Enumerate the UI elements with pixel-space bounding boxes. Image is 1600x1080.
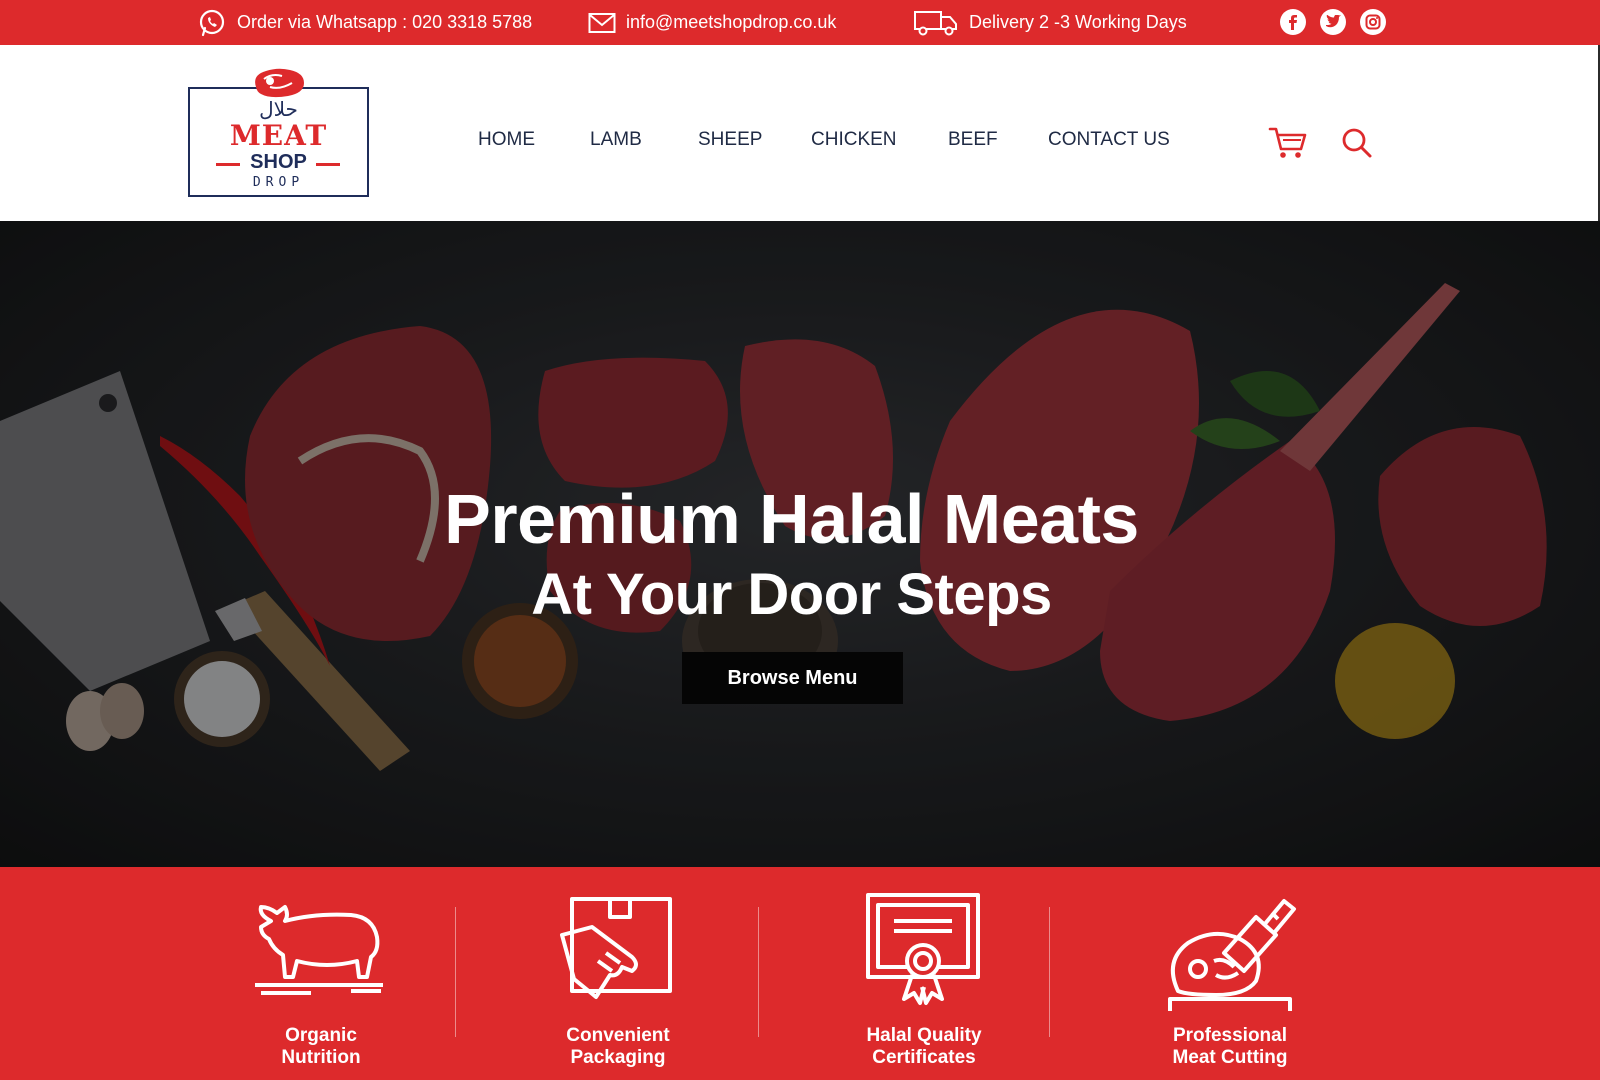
feature-line1: Halal Quality — [866, 1025, 982, 1046]
feature-label: Halal Quality Certificates — [814, 1025, 1034, 1069]
feature-label: Professional Meat Cutting — [1120, 1025, 1340, 1069]
feature-line1: Professional — [1172, 1025, 1288, 1046]
feature-line2: Packaging — [570, 1047, 666, 1068]
whatsapp-icon — [199, 9, 225, 36]
hero-title-line1: Premium Halal Meats — [444, 480, 1139, 558]
logo-right-knife — [316, 163, 340, 166]
site-header: حلال MEAT SHOP DROP HOME LAMB SHEEP CHIC… — [0, 45, 1600, 221]
feature-professional-cutting: Professional Meat Cutting — [1120, 867, 1340, 1080]
feature-line2: Meat Cutting — [1172, 1047, 1288, 1068]
top-bar: Order via Whatsapp : 020 3318 5788 info@… — [0, 0, 1600, 45]
whatsapp-text: Order via Whatsapp : 020 3318 5788 — [237, 12, 533, 32]
logo-arabic-text: حلال — [259, 97, 298, 121]
site-logo[interactable]: حلال MEAT SHOP DROP — [188, 67, 369, 198]
email-text: info@meetshopdrop.co.uk — [626, 12, 837, 32]
feature-halal-quality: Halal Quality Certificates — [814, 867, 1034, 1080]
nav-beef[interactable]: BEEF — [948, 129, 998, 151]
feature-line1: Convenient — [566, 1025, 670, 1046]
nav-contact-us[interactable]: CONTACT US — [1048, 129, 1170, 151]
instagram-icon[interactable] — [1360, 9, 1386, 35]
certificate-icon — [866, 893, 980, 1005]
feature-divider — [455, 907, 456, 1037]
feature-line2: Nutrition — [281, 1047, 361, 1068]
feature-divider — [1049, 907, 1050, 1037]
cow-icon — [255, 905, 383, 995]
feature-label: Organic Nutrition — [211, 1025, 431, 1069]
hero-title-line2: At Your Door Steps — [531, 562, 1052, 627]
delivery-info: Delivery 2 -3 Working Days — [913, 0, 1187, 45]
feature-convenient-packaging: Convenient Packaging — [508, 867, 728, 1080]
nav-home[interactable]: HOME — [478, 129, 535, 151]
feature-divider — [758, 907, 759, 1037]
hero-banner: Premium Halal Meats At Your Door Steps B… — [0, 221, 1600, 867]
delivery-text: Delivery 2 -3 Working Days — [969, 12, 1187, 32]
feature-line1: Organic — [285, 1025, 357, 1046]
social-links — [1280, 9, 1386, 35]
package-hand-icon — [560, 897, 672, 999]
logo-meat-text: MEAT — [229, 119, 328, 152]
mail-icon — [588, 12, 616, 33]
browse-menu-button[interactable]: Browse Menu — [682, 652, 903, 704]
features-strip: Organic Nutrition Convenient Packaging H… — [0, 867, 1600, 1080]
nav-sheep[interactable]: SHEEP — [698, 129, 762, 151]
twitter-icon[interactable] — [1320, 9, 1346, 35]
meat-cleaver-icon — [1168, 899, 1296, 1011]
facebook-icon[interactable] — [1280, 9, 1306, 35]
nav-lamb[interactable]: LAMB — [590, 129, 642, 151]
logo-shop-text: SHOP — [250, 151, 307, 173]
feature-line2: Certificates — [872, 1047, 976, 1068]
feature-label: Convenient Packaging — [508, 1025, 728, 1069]
email-contact[interactable]: info@meetshopdrop.co.uk — [588, 0, 836, 45]
whatsapp-contact[interactable]: Order via Whatsapp : 020 3318 5788 — [197, 0, 532, 45]
nav-chicken[interactable]: CHICKEN — [811, 129, 897, 151]
steak-icon — [255, 68, 304, 98]
search-icon[interactable] — [1341, 127, 1373, 159]
truck-icon — [914, 10, 957, 35]
feature-organic-nutrition: Organic Nutrition — [211, 867, 431, 1080]
cart-icon[interactable] — [1268, 125, 1308, 161]
logo-drop-text: DROP — [252, 175, 305, 190]
